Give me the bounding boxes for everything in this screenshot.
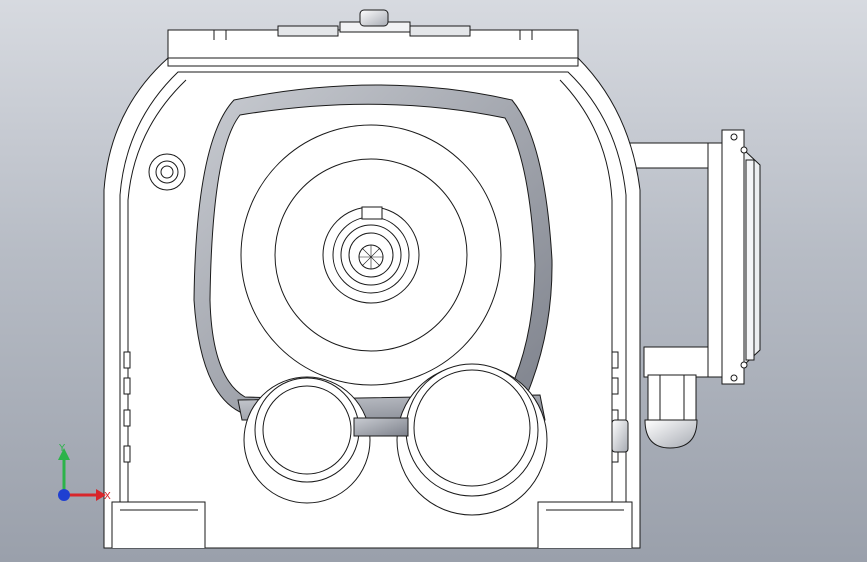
cad-viewport[interactable]: Y X [0, 0, 867, 562]
y-axis-label: Y [58, 443, 66, 454]
cable-gland-body [647, 374, 697, 421]
foot-left [111, 501, 206, 548]
axis-triad: Y X [58, 443, 111, 502]
flange-bolt [730, 374, 738, 382]
drain-plug [611, 419, 629, 453]
flange-plate [721, 129, 745, 385]
flange-upper-block [629, 142, 711, 169]
side-flange-assembly [629, 129, 761, 449]
flange-bolt [730, 133, 738, 141]
vent-plug [359, 9, 389, 27]
shaft-center-spokes [359, 245, 383, 269]
foot-right [537, 501, 633, 548]
inner-cover [193, 84, 553, 419]
x-axis-label: X [104, 491, 111, 502]
boss-bridge [353, 417, 409, 437]
cable-gland-cap [644, 419, 698, 449]
flange-neck [707, 142, 723, 378]
gearbox-model[interactable] [0, 0, 867, 562]
flange-lower-block [643, 346, 715, 378]
z-axis-dot [58, 489, 70, 501]
flange-bolt [740, 361, 748, 369]
flange-rim-face [745, 159, 755, 361]
shaft-keyway [361, 206, 383, 220]
top-cover [167, 29, 579, 67]
flange-bolt [740, 146, 748, 154]
